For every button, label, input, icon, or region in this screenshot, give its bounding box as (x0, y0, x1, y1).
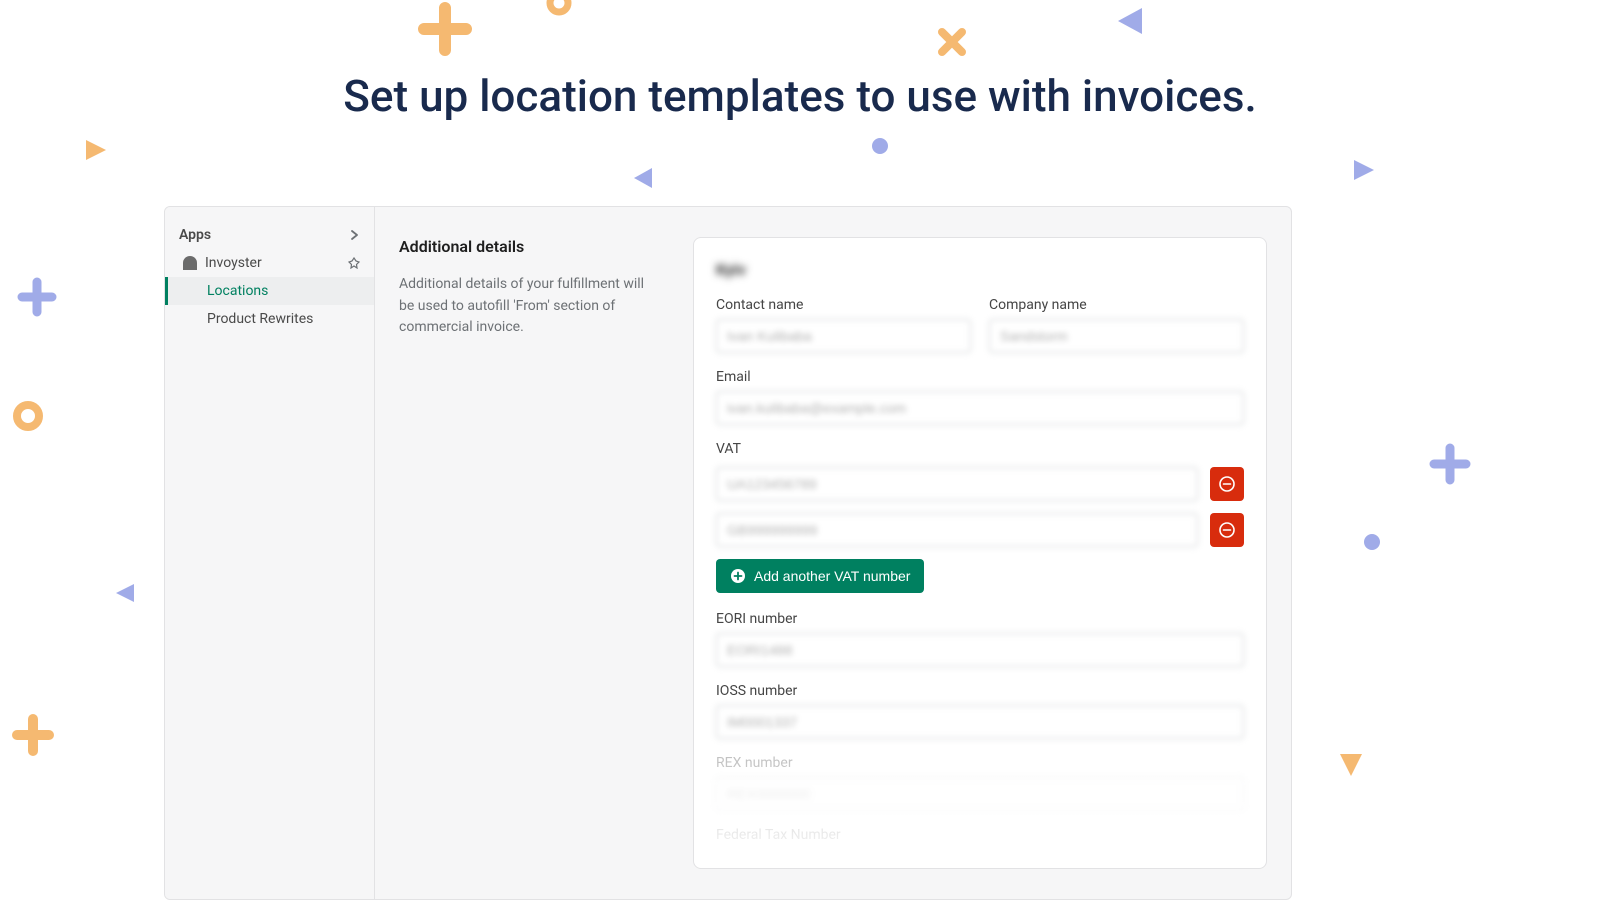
chevron-right-icon (350, 230, 360, 240)
sidebar-item-label: Product Rewrites (207, 311, 313, 327)
page-headline: Set up location templates to use with in… (0, 70, 1600, 122)
deco-plus-icon (418, 2, 472, 56)
contact-name-input[interactable] (716, 319, 971, 353)
app-icon (183, 256, 197, 270)
deco-circle-icon (10, 398, 46, 434)
minus-circle-icon (1219, 476, 1235, 492)
deco-triangle-icon (1336, 750, 1366, 780)
location-card: Kyiv Contact name Company name Email VAT (693, 237, 1267, 869)
minus-circle-icon (1219, 522, 1235, 538)
sidebar-app-label: Invoyster (205, 255, 262, 271)
sidebar: Apps Invoyster Locations Product Rewrite… (165, 207, 375, 899)
email-input[interactable] (716, 391, 1244, 425)
deco-plus-icon (18, 278, 56, 316)
deco-plus-icon (12, 714, 54, 756)
vat-remove-button-1[interactable] (1210, 467, 1244, 501)
eori-input[interactable] (716, 633, 1244, 667)
pin-icon (348, 257, 360, 269)
sidebar-item-label: Locations (207, 283, 268, 299)
sidebar-item-product-rewrites[interactable]: Product Rewrites (165, 305, 374, 333)
deco-triangle-icon (114, 582, 136, 604)
deco-dot-icon (872, 138, 888, 154)
rex-label: REX number (716, 755, 1244, 771)
deco-triangle-icon (84, 138, 106, 160)
company-name-label: Company name (989, 297, 1244, 313)
content-area: Additional details Additional details of… (375, 207, 1291, 899)
deco-triangle-icon (632, 166, 656, 190)
deco-cross-icon (934, 24, 970, 60)
sidebar-app-invoyster[interactable]: Invoyster (165, 249, 374, 277)
company-name-input[interactable] (989, 319, 1244, 353)
email-label: Email (716, 369, 1244, 385)
eori-label: EORI number (716, 611, 1244, 627)
vat-label: VAT (716, 441, 1244, 457)
contact-name-label: Contact name (716, 297, 971, 313)
rex-input[interactable] (716, 777, 1244, 811)
description-text: Additional details of your fulfillment w… (399, 274, 661, 339)
vat-remove-button-2[interactable] (1210, 513, 1244, 547)
deco-dot-icon (1364, 534, 1380, 550)
sidebar-item-locations[interactable]: Locations (165, 277, 374, 305)
ioss-input[interactable] (716, 705, 1244, 739)
card-title: Kyiv (716, 260, 1244, 279)
description-column: Additional details Additional details of… (399, 237, 661, 869)
deco-plus-icon (1430, 444, 1470, 484)
federal-tax-label: Federal Tax Number (716, 827, 1244, 843)
add-vat-button[interactable]: Add another VAT number (716, 559, 924, 593)
sidebar-apps-header[interactable]: Apps (165, 221, 374, 249)
description-title: Additional details (399, 237, 661, 256)
deco-triangle-icon (1352, 158, 1376, 182)
plus-circle-icon (730, 568, 746, 584)
sidebar-apps-label: Apps (179, 227, 211, 243)
app-window: Apps Invoyster Locations Product Rewrite… (164, 206, 1292, 900)
deco-circle-icon (544, 0, 574, 18)
vat-input-1[interactable] (716, 467, 1198, 501)
ioss-label: IOSS number (716, 683, 1244, 699)
add-vat-label: Add another VAT number (754, 568, 910, 584)
deco-triangle-icon (1114, 4, 1148, 38)
vat-input-2[interactable] (716, 513, 1198, 547)
